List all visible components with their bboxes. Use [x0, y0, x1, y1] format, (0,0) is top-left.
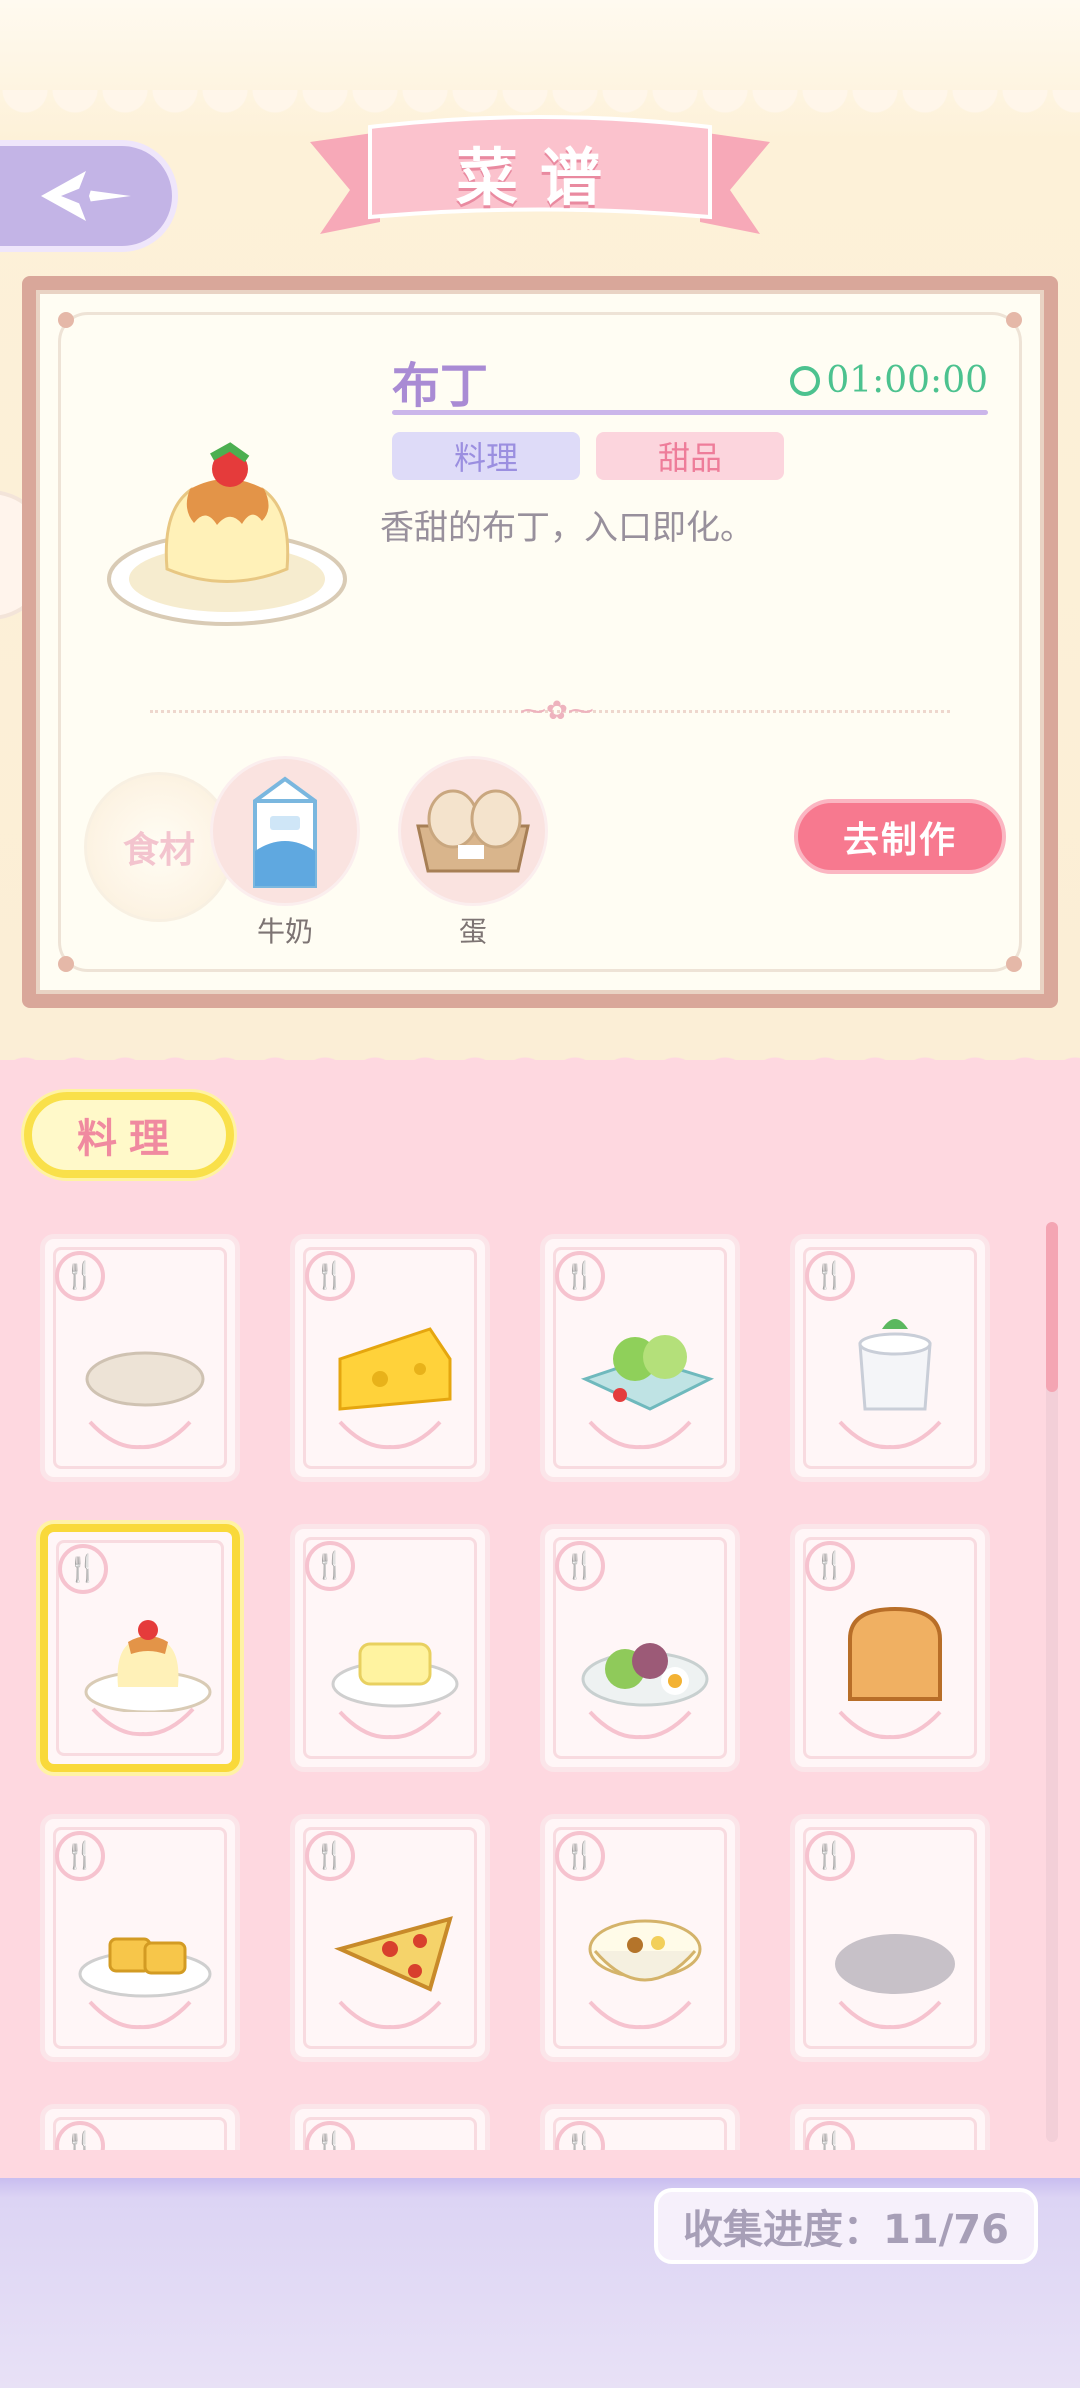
recipe-tile-cheesecake[interactable]: 🍴: [290, 1524, 490, 1772]
utensils-icon: 🍴: [555, 1831, 605, 1881]
category-tab[interactable]: 料理: [24, 1092, 234, 1178]
wreath-icon: [588, 1710, 692, 1740]
wreath-icon: [88, 2000, 192, 2030]
tag-type: 料理: [392, 432, 580, 480]
milk-carton-icon: [253, 776, 317, 888]
cheesecake-image: [331, 1642, 459, 1708]
flatbread-image: [85, 1351, 205, 1407]
recipe-tile-partial[interactable]: 🍴: [790, 2104, 990, 2150]
bow-icon: ⁓✿⁓: [520, 696, 594, 726]
make-button[interactable]: 去制作: [794, 799, 1006, 874]
utensils-icon: 🍴: [805, 1541, 855, 1591]
eggs-icon: [416, 789, 530, 873]
utensils-icon: 🍴: [55, 1831, 105, 1881]
recipe-tile-flatbread[interactable]: 🍴: [40, 1234, 240, 1482]
utensils-icon: 🍴: [805, 1251, 855, 1301]
utensils-icon: 🍴: [58, 1544, 108, 1594]
recipe-tile-pizza[interactable]: 🍴: [290, 1814, 490, 2062]
recipe-tile-egg-salad[interactable]: 🍴: [540, 1524, 740, 1772]
recipe-tile-bread[interactable]: 🍴: [790, 1524, 990, 1772]
recipe-tile-locked[interactable]: 🍴: [790, 1814, 990, 2062]
recipe-tile-partial[interactable]: 🍴: [290, 2104, 490, 2150]
wreath-icon: [588, 2000, 692, 2030]
wreath-icon: [338, 1420, 442, 1450]
recipe-tile-partial[interactable]: 🍴: [540, 2104, 740, 2150]
recipe-tile-partial[interactable]: 🍴: [40, 2104, 240, 2150]
cook-timer: 01:00:00: [790, 360, 988, 401]
locked-image: [835, 1934, 955, 1994]
wreath-icon: [91, 1707, 195, 1737]
utensils-icon: 🍴: [55, 1251, 105, 1301]
cook-time: 01:00:00: [826, 360, 988, 401]
utensils-icon: 🍴: [305, 1251, 355, 1301]
recipe-tile-yogurt[interactable]: 🍴: [790, 1234, 990, 1482]
yogurt-image: [858, 1319, 932, 1411]
wreath-icon: [338, 2000, 442, 2030]
wreath-icon: [88, 1420, 192, 1450]
cheese-image: [338, 1327, 452, 1411]
wreath-icon: [838, 1710, 942, 1740]
back-arrow-icon: [41, 171, 131, 221]
name-underline: [392, 410, 988, 415]
pizza-image: [334, 1916, 453, 1992]
recipe-detail-card: 布丁 01:00:00 料理 甜品 香甜的布丁，入口即化。 ⁓✿⁓ 食材 牛奶: [22, 276, 1058, 1008]
wreath-icon: [838, 2000, 942, 2030]
page-title: 菜谱: [455, 141, 624, 214]
recipe-tile-cheese[interactable]: 🍴: [290, 1234, 490, 1482]
egg-salad-image: [581, 1643, 709, 1707]
ingredient-name: 牛奶: [256, 915, 313, 948]
utensils-icon: 🍴: [305, 1831, 355, 1881]
pudding-image: [84, 1620, 212, 1712]
scrollbar-thumb[interactable]: [1046, 1222, 1058, 1392]
utensils-icon: 🍴: [555, 1251, 605, 1301]
ingredient-name: 蛋: [458, 915, 487, 948]
pudding-image: [107, 442, 347, 626]
wreath-icon: [338, 1710, 442, 1740]
ingredient-milk[interactable]: 牛奶: [210, 756, 360, 950]
tamagoyaki-image: [78, 1937, 212, 1998]
bread-image: [848, 1606, 942, 1701]
back-button[interactable]: [0, 140, 178, 252]
wreath-icon: [588, 1420, 692, 1450]
clock-icon: [790, 365, 821, 396]
utensils-icon: 🍴: [305, 1541, 355, 1591]
salad-image: [580, 1335, 715, 1411]
recipe-description: 香甜的布丁，入口即化。: [380, 508, 754, 548]
recipe-tile-pudding[interactable]: 🍴: [40, 1524, 240, 1772]
recipe-grid: 🍴 🍴 🍴 🍴 🍴 🍴 🍴 🍴 🍴 🍴 🍴 🍴 🍴 🍴 🍴 🍴: [0, 1220, 1080, 2150]
lace-border: [0, 1040, 1080, 1080]
soup-image: [588, 1919, 702, 1982]
tag-category: 甜品: [596, 432, 784, 480]
recipe-tile-tamagoyaki[interactable]: 🍴: [40, 1814, 240, 2062]
grid-scrollbar[interactable]: [1046, 1222, 1058, 2142]
recipe-tile-salad[interactable]: 🍴: [540, 1234, 740, 1482]
ingredient-egg[interactable]: 蛋: [398, 756, 548, 950]
recipe-tile-soup[interactable]: 🍴: [540, 1814, 740, 2062]
utensils-icon: 🍴: [805, 1831, 855, 1881]
wreath-icon: [838, 1420, 942, 1450]
utensils-icon: 🍴: [555, 1541, 605, 1591]
recipe-name: 布丁: [392, 358, 489, 414]
collection-progress: 收集进度：11/76: [654, 2188, 1038, 2264]
